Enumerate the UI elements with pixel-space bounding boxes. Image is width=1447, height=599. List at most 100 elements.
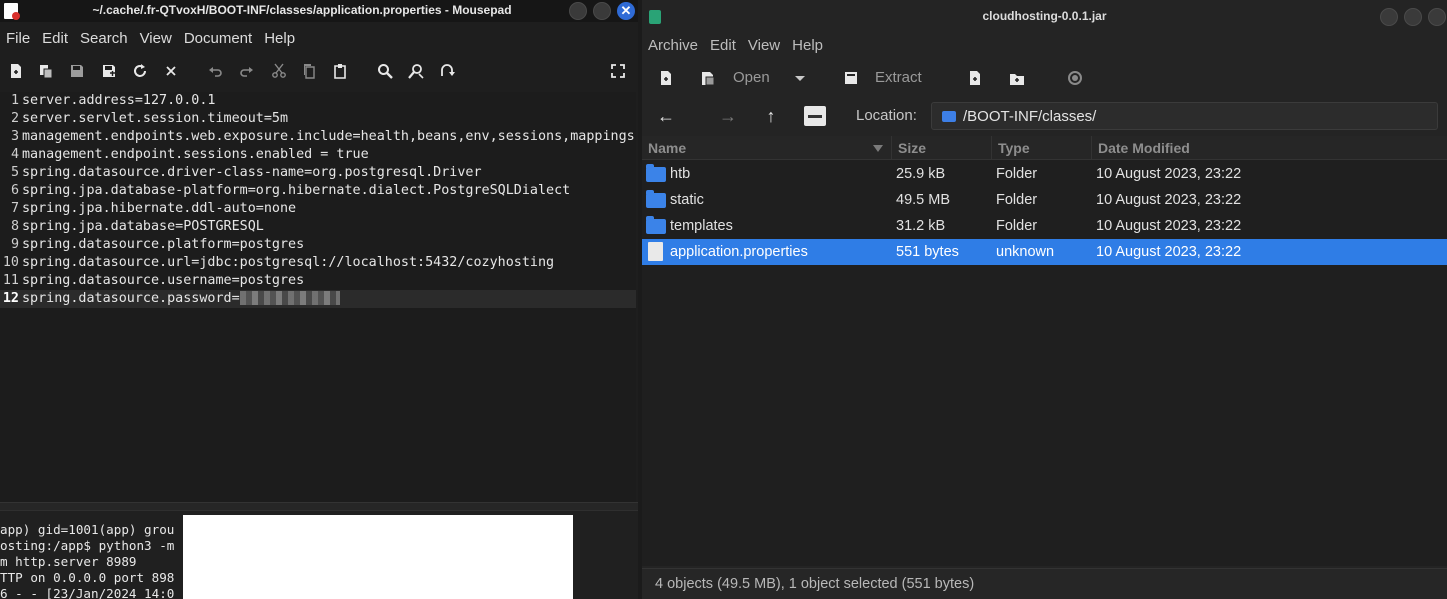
file-size: 31.2 kB: [896, 218, 946, 234]
file-type: Folder: [996, 166, 1038, 182]
mousepad-titlebar[interactable]: ~/.cache/.fr-QTvoxH/BOOT-INF/classes/app…: [0, 0, 638, 22]
editor-line: 3 management.endpoints.web.exposure.inclu…: [0, 128, 636, 146]
archive-toolbar: Open Extract: [642, 62, 1447, 94]
new-archive-icon[interactable]: [657, 69, 675, 87]
home-folder-icon[interactable]: [804, 106, 826, 126]
redo-icon[interactable]: [237, 62, 255, 80]
new-document-icon[interactable]: [7, 62, 25, 80]
file-size: 25.9 kB: [896, 166, 946, 182]
column-type-header[interactable]: Type: [992, 136, 1092, 160]
copy-icon[interactable]: [300, 62, 318, 80]
terminal-line: 6 - - [23/Jan/2024 14:0: [0, 586, 175, 599]
table-row[interactable]: static 49.5 MB Folder 10 August 2023, 23…: [642, 187, 1447, 213]
line-text: management.endpoint.sessions.enabled = t…: [22, 147, 369, 162]
find-icon[interactable]: [376, 62, 394, 80]
menu-help[interactable]: Help: [258, 25, 301, 53]
fullscreen-icon[interactable]: [609, 62, 627, 80]
menu-edit[interactable]: Edit: [36, 25, 74, 53]
line-text: spring.jpa.hibernate.ddl-auto=none: [22, 201, 297, 216]
minimize-button[interactable]: [569, 2, 587, 20]
back-arrow-icon[interactable]: ←: [656, 106, 676, 126]
cut-icon[interactable]: [270, 62, 288, 80]
menu-file[interactable]: File: [0, 25, 36, 53]
archive-titlebar[interactable]: cloudhosting-0.0.1.jar: [642, 0, 1447, 32]
menu-search[interactable]: Search: [74, 25, 134, 53]
extract-button[interactable]: Extract: [875, 62, 922, 94]
line-text: spring.datasource.password=: [22, 290, 340, 308]
terminal-line: TTP on 0.0.0.0 port 898: [0, 570, 175, 585]
archive-navbar: ← → ↑ Location: /BOOT-INF/classes/: [642, 98, 1447, 134]
mousepad-window-title: ~/.cache/.fr-QTvoxH/BOOT-INF/classes/app…: [92, 3, 512, 17]
blank-overlay-window: [183, 515, 573, 599]
close-button[interactable]: [1428, 8, 1446, 26]
location-field[interactable]: /BOOT-INF/classes/: [931, 102, 1438, 130]
close-button[interactable]: ✕: [617, 2, 635, 20]
undo-icon[interactable]: [207, 62, 225, 80]
add-file-icon[interactable]: [966, 69, 984, 87]
maximize-button[interactable]: [1404, 8, 1422, 26]
mousepad-menubar: File Edit Search View Document Help: [0, 25, 638, 53]
file-list[interactable]: Name Size Type Date Modified htb 25.9 kB…: [642, 136, 1447, 566]
menu-help[interactable]: Help: [786, 32, 829, 60]
line-number: 6: [10, 183, 19, 198]
line-text: spring.datasource.platform=postgres: [22, 237, 305, 252]
folder-icon: [646, 190, 666, 208]
up-arrow-icon[interactable]: ↑: [761, 106, 781, 126]
find-replace-icon[interactable]: [407, 62, 425, 80]
line-text: spring.datasource.url=jdbc:postgresql://…: [22, 255, 555, 270]
save-as-icon[interactable]: [100, 62, 118, 80]
location-value: /BOOT-INF/classes/: [963, 108, 1097, 125]
redacted-password: [239, 291, 340, 305]
maximize-button[interactable]: [593, 2, 611, 20]
line-number: 10: [2, 255, 19, 270]
mousepad-app-icon: [4, 3, 20, 20]
menu-view[interactable]: View: [134, 25, 178, 53]
file-date: 10 August 2023, 23:22: [1096, 166, 1242, 182]
line-number: 4: [10, 147, 19, 162]
folder-icon: [942, 111, 956, 122]
folder-icon: [646, 164, 666, 182]
file-type: Folder: [996, 218, 1038, 234]
terminal-line: osting:/app$ python3 -m: [0, 538, 175, 553]
editor-line: 9 spring.datasource.platform=postgres: [0, 236, 636, 254]
text-file-icon: [648, 242, 663, 261]
menu-document[interactable]: Document: [178, 25, 258, 53]
line-text: server.address=127.0.0.1: [22, 93, 216, 108]
extract-icon[interactable]: [842, 69, 860, 87]
editor-line: 6 spring.jpa.database-platform=org.hibern…: [0, 182, 636, 200]
text-editor-area[interactable]: 1 server.address=127.0.0.1 2 server.servle…: [0, 92, 636, 502]
paste-icon[interactable]: [331, 62, 349, 80]
line-text-value: spring.datasource.password=: [22, 291, 240, 306]
add-folder-icon[interactable]: [1008, 69, 1026, 87]
table-row[interactable]: htb 25.9 kB Folder 10 August 2023, 23:22: [642, 161, 1447, 187]
close-tab-icon[interactable]: [162, 62, 180, 80]
forward-arrow-icon[interactable]: →: [718, 106, 738, 126]
menu-archive[interactable]: Archive: [642, 32, 704, 60]
menu-edit[interactable]: Edit: [704, 32, 742, 60]
column-size-header[interactable]: Size: [892, 136, 992, 160]
new-window-icon[interactable]: [37, 62, 55, 80]
line-number: 11: [2, 273, 19, 288]
file-type: Folder: [996, 192, 1038, 208]
file-size: 49.5 MB: [896, 192, 950, 208]
minimize-button[interactable]: [1380, 8, 1398, 26]
editor-line: 7 spring.jpa.hibernate.ddl-auto=none: [0, 200, 636, 218]
table-row[interactable]: templates 31.2 kB Folder 10 August 2023,…: [642, 213, 1447, 239]
line-number: 3: [10, 129, 19, 144]
save-icon[interactable]: [68, 62, 86, 80]
table-row-selected[interactable]: application.properties 551 bytes unknown…: [642, 239, 1447, 265]
column-date-header[interactable]: Date Modified: [1092, 136, 1447, 160]
line-text: spring.jpa.database=POSTGRESQL: [22, 219, 264, 234]
file-date: 10 August 2023, 23:22: [1096, 218, 1242, 234]
goto-icon[interactable]: [438, 62, 456, 80]
open-archive-icon[interactable]: [699, 69, 717, 87]
column-name-header[interactable]: Name: [642, 136, 892, 160]
line-number: 7: [10, 201, 19, 216]
stop-icon[interactable]: [1066, 69, 1084, 87]
editor-line: 2 server.servlet.session.timeout=5m: [0, 110, 636, 128]
open-button[interactable]: Open: [733, 62, 770, 94]
chevron-down-icon[interactable]: [791, 69, 809, 87]
reload-icon[interactable]: [131, 62, 149, 80]
file-type: unknown: [996, 244, 1055, 260]
menu-view[interactable]: View: [742, 32, 786, 60]
